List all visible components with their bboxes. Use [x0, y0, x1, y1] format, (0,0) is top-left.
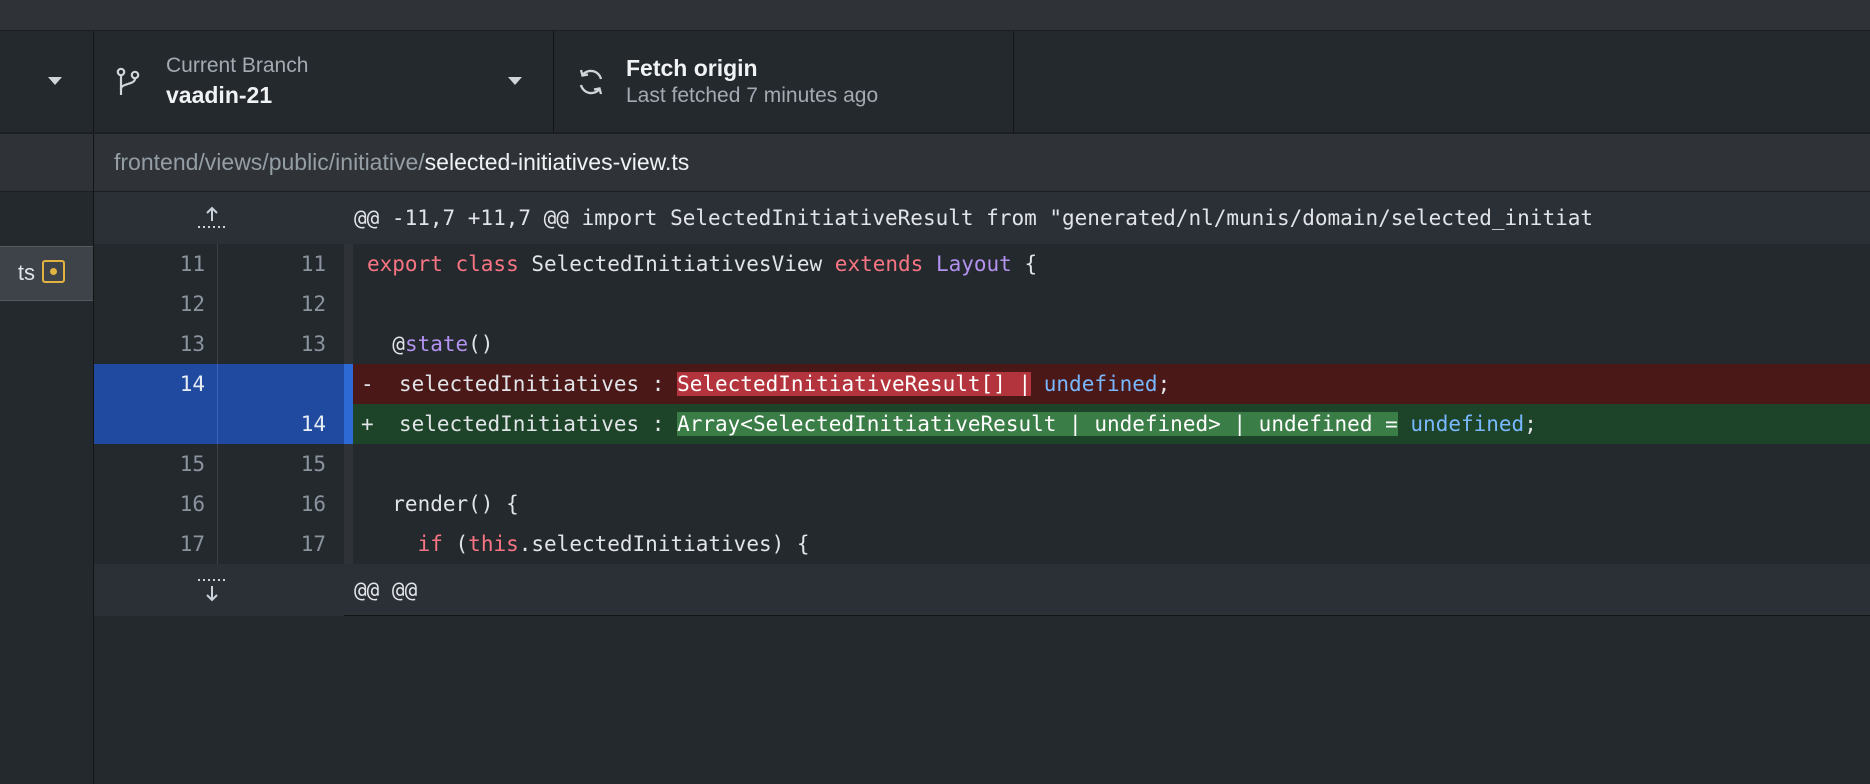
- diff-view: frontend/views/public/initiative/selecte…: [94, 134, 1870, 784]
- expand-down-icon: [198, 579, 226, 602]
- code-token: SelectedInitiativesView: [518, 252, 835, 276]
- new-line-number: [218, 364, 344, 404]
- new-line-number: 14: [300, 412, 326, 436]
- sidebar-header: [0, 134, 93, 192]
- code-line: - selectedInitiatives : SelectedInitiati…: [344, 364, 1870, 404]
- line-number-gutter[interactable]: 14: [94, 404, 344, 444]
- code-token: ;: [1157, 372, 1171, 396]
- line-number-gutter[interactable]: 17 17: [94, 524, 344, 564]
- sync-icon: [579, 69, 603, 95]
- changed-file-item[interactable]: ts: [0, 246, 93, 301]
- file-modified-icon: [42, 260, 65, 283]
- old-line-number: 16: [94, 484, 218, 524]
- old-line-number: 11: [94, 244, 218, 284]
- changed-file-label: ts: [17, 260, 35, 285]
- line-number-gutter[interactable]: 16 16: [94, 484, 344, 524]
- diff-line-deleted[interactable]: 14 - selectedInitiatives : SelectedInitia…: [94, 364, 1870, 404]
- window-titlebar: [0, 0, 1870, 31]
- diff-marker: -: [361, 372, 374, 396]
- new-line-number: 12: [300, 292, 326, 316]
- code-token: undefined: [1410, 412, 1525, 436]
- chevron-down-icon: [48, 77, 62, 85]
- toolbar: Current Branch vaadin-21 Fetch origin La…: [0, 31, 1870, 134]
- code-token: @: [367, 332, 405, 356]
- old-line-number: 17: [94, 524, 218, 564]
- diff-line[interactable]: 15 15: [94, 444, 1870, 484]
- new-line-number: 11: [300, 252, 326, 276]
- diff-line[interactable]: 13 13 @state(): [94, 324, 1870, 364]
- line-number-gutter[interactable]: 15 15: [94, 444, 344, 484]
- expand-up-icon: [198, 206, 226, 228]
- code-token: selectedInitiatives :: [373, 372, 678, 396]
- last-fetched-status: Last fetched 7 minutes ago: [626, 84, 879, 107]
- old-line-number: 15: [94, 444, 218, 484]
- code-token: undefined: [1043, 372, 1158, 396]
- code-token: .selectedInitiatives) {: [518, 532, 810, 556]
- sidebar-band: [0, 192, 93, 246]
- file-name: selected-initiatives-view.ts: [424, 149, 690, 175]
- code-token: {: [1011, 252, 1038, 276]
- file-directory: frontend/views/public/initiative/: [114, 149, 425, 175]
- code-token: selectedInitiatives :: [373, 412, 678, 436]
- hunk-header-text: @@ -11,7 +11,7 @@ import SelectedInitiat…: [344, 192, 1870, 244]
- code-line: render() {: [344, 484, 1870, 524]
- code-token: state: [404, 332, 469, 356]
- diff-line[interactable]: 16 16 render() {: [94, 484, 1870, 524]
- diff-line-added[interactable]: 14 + selectedInitiatives : Array<Selected…: [94, 404, 1870, 444]
- old-line-number: 13: [94, 324, 218, 364]
- code-token: this: [468, 532, 519, 556]
- code-token: Array<SelectedInitiativeResult | undefin…: [677, 412, 1398, 436]
- diff-marker: +: [361, 412, 374, 436]
- chevron-down-icon: [508, 77, 522, 85]
- code-line: @state(): [344, 324, 1870, 364]
- code-token: SelectedInitiativeResult[] |: [677, 372, 1032, 396]
- new-line-number: 17: [300, 532, 326, 556]
- code-line: [344, 444, 1870, 484]
- code-line: + selectedInitiatives : Array<SelectedIn…: [344, 404, 1870, 444]
- diff-line[interactable]: 12 12: [94, 284, 1870, 324]
- new-line-number: 13: [300, 332, 326, 356]
- diff-bottom-border: [344, 564, 1870, 616]
- line-number-gutter[interactable]: 13 13: [94, 324, 344, 364]
- git-branch-icon: [116, 67, 140, 95]
- hunk-footer-row: @@ @@: [94, 564, 1870, 616]
- current-branch-label: Current Branch: [166, 54, 309, 77]
- line-number-gutter[interactable]: 11 11: [94, 244, 344, 284]
- current-branch-button[interactable]: Current Branch vaadin-21: [94, 31, 554, 132]
- hunk-header-row: @@ -11,7 +11,7 @@ import SelectedInitiat…: [94, 192, 1870, 244]
- current-repository-button[interactable]: [0, 31, 94, 132]
- line-number-gutter[interactable]: 12 12: [94, 284, 344, 324]
- code-token: render() {: [367, 492, 519, 516]
- code-token: Layout: [935, 252, 1012, 276]
- old-line-number: [94, 404, 218, 444]
- code-line: if (this.selectedInitiatives) {: [344, 524, 1870, 564]
- fetch-origin-button[interactable]: Fetch origin Last fetched 7 minutes ago: [554, 31, 1014, 132]
- new-line-number: 15: [300, 452, 326, 476]
- code-token: (): [468, 332, 494, 356]
- code-token: extends: [834, 252, 924, 276]
- fetch-origin-title: Fetch origin: [626, 55, 758, 81]
- code-token: ;: [1524, 412, 1537, 436]
- diff-line[interactable]: 11 11 export class SelectedInitiativesView…: [94, 244, 1870, 284]
- file-path-header: frontend/views/public/initiative/selecte…: [94, 134, 1870, 192]
- code-line: [344, 284, 1870, 324]
- expand-down-button[interactable]: [94, 564, 344, 616]
- code-line: export class SelectedInitiativesView ext…: [344, 244, 1870, 284]
- diff-line[interactable]: 17 17 if (this.selectedInitiatives) {: [94, 524, 1870, 564]
- new-line-number: 16: [300, 492, 326, 516]
- line-number-gutter[interactable]: 14: [94, 364, 344, 404]
- old-line-number: 12: [94, 284, 218, 324]
- code-token: (: [442, 532, 469, 556]
- file-path: frontend/views/public/initiative/selecte…: [114, 149, 689, 176]
- expand-up-button[interactable]: [94, 192, 344, 244]
- code-token: export class: [367, 252, 519, 276]
- code-token: if: [417, 532, 443, 556]
- old-line-number: 14: [94, 364, 218, 404]
- changes-sidebar: ts: [0, 134, 94, 784]
- current-branch-value: vaadin-21: [166, 82, 273, 108]
